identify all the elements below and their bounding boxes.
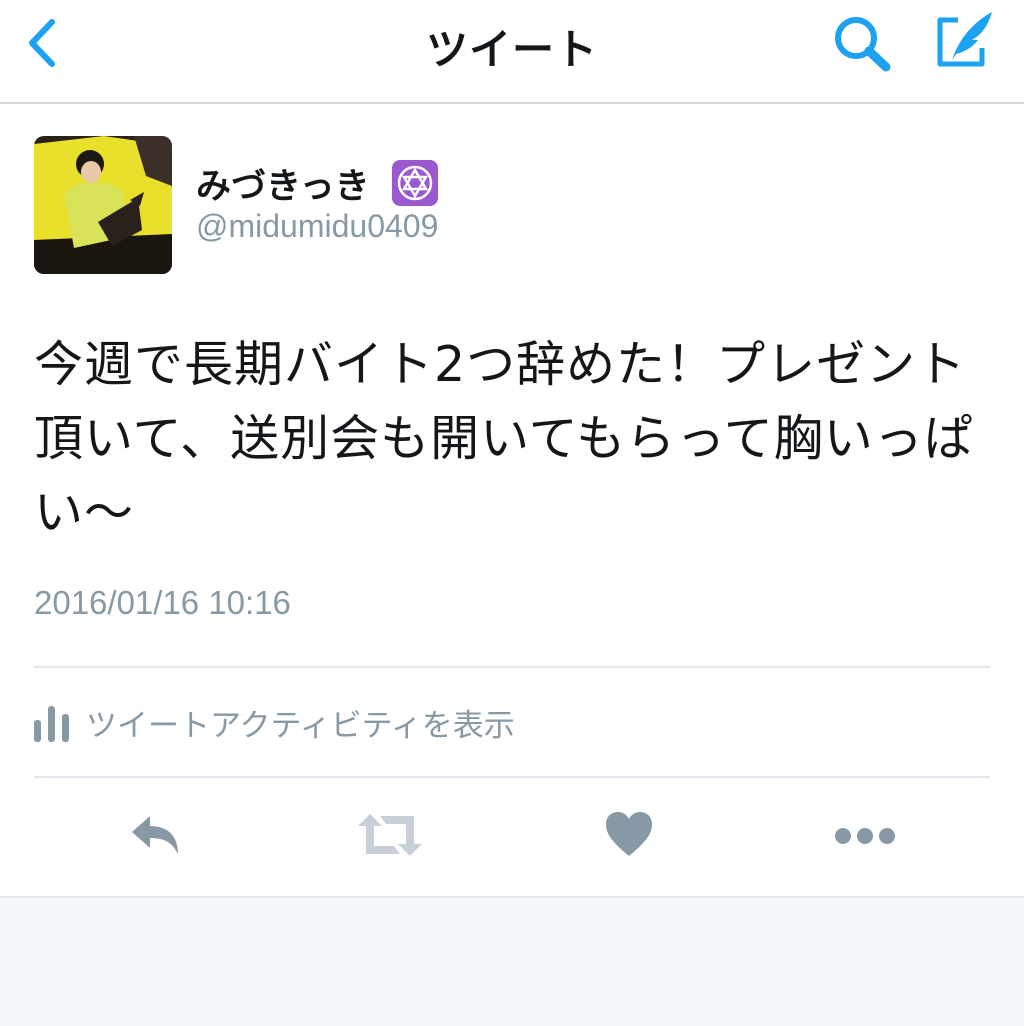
reply-icon	[132, 816, 178, 854]
display-name[interactable]: みづきっき	[196, 158, 370, 209]
more-icon	[835, 828, 895, 844]
search-icon	[835, 17, 891, 72]
compose-tweet-icon	[937, 12, 992, 67]
activity-label: ツイートアクティビティを表示	[86, 708, 515, 744]
user-handle[interactable]: @midumidu0409	[196, 208, 438, 245]
tweet-timestamp: 2016/01/16 10:16	[34, 584, 291, 621]
more-button[interactable]	[834, 810, 896, 860]
retweet-icon	[358, 814, 422, 856]
avatar[interactable]	[34, 136, 172, 274]
divider	[34, 666, 990, 668]
compose-button[interactable]	[932, 8, 998, 72]
tweet-text: 今週で長期バイト2つ辞めた！プレゼント頂いて、送別会も開いてもらって胸いっぱい〜	[34, 336, 974, 541]
retweet-button[interactable]	[356, 810, 424, 860]
star-of-david-icon	[392, 160, 438, 206]
timeline-footer	[0, 896, 1024, 1026]
divider	[34, 776, 990, 778]
nav-bar: ツイート	[0, 0, 1024, 104]
profile-photo	[34, 136, 172, 274]
like-button[interactable]	[604, 810, 654, 858]
search-button[interactable]	[832, 14, 894, 74]
like-icon	[606, 812, 652, 856]
tweet-activity-link[interactable]: ツイートアクティビティを表示	[30, 692, 830, 752]
reply-button[interactable]	[128, 810, 184, 860]
bar-chart-icon	[34, 706, 69, 742]
